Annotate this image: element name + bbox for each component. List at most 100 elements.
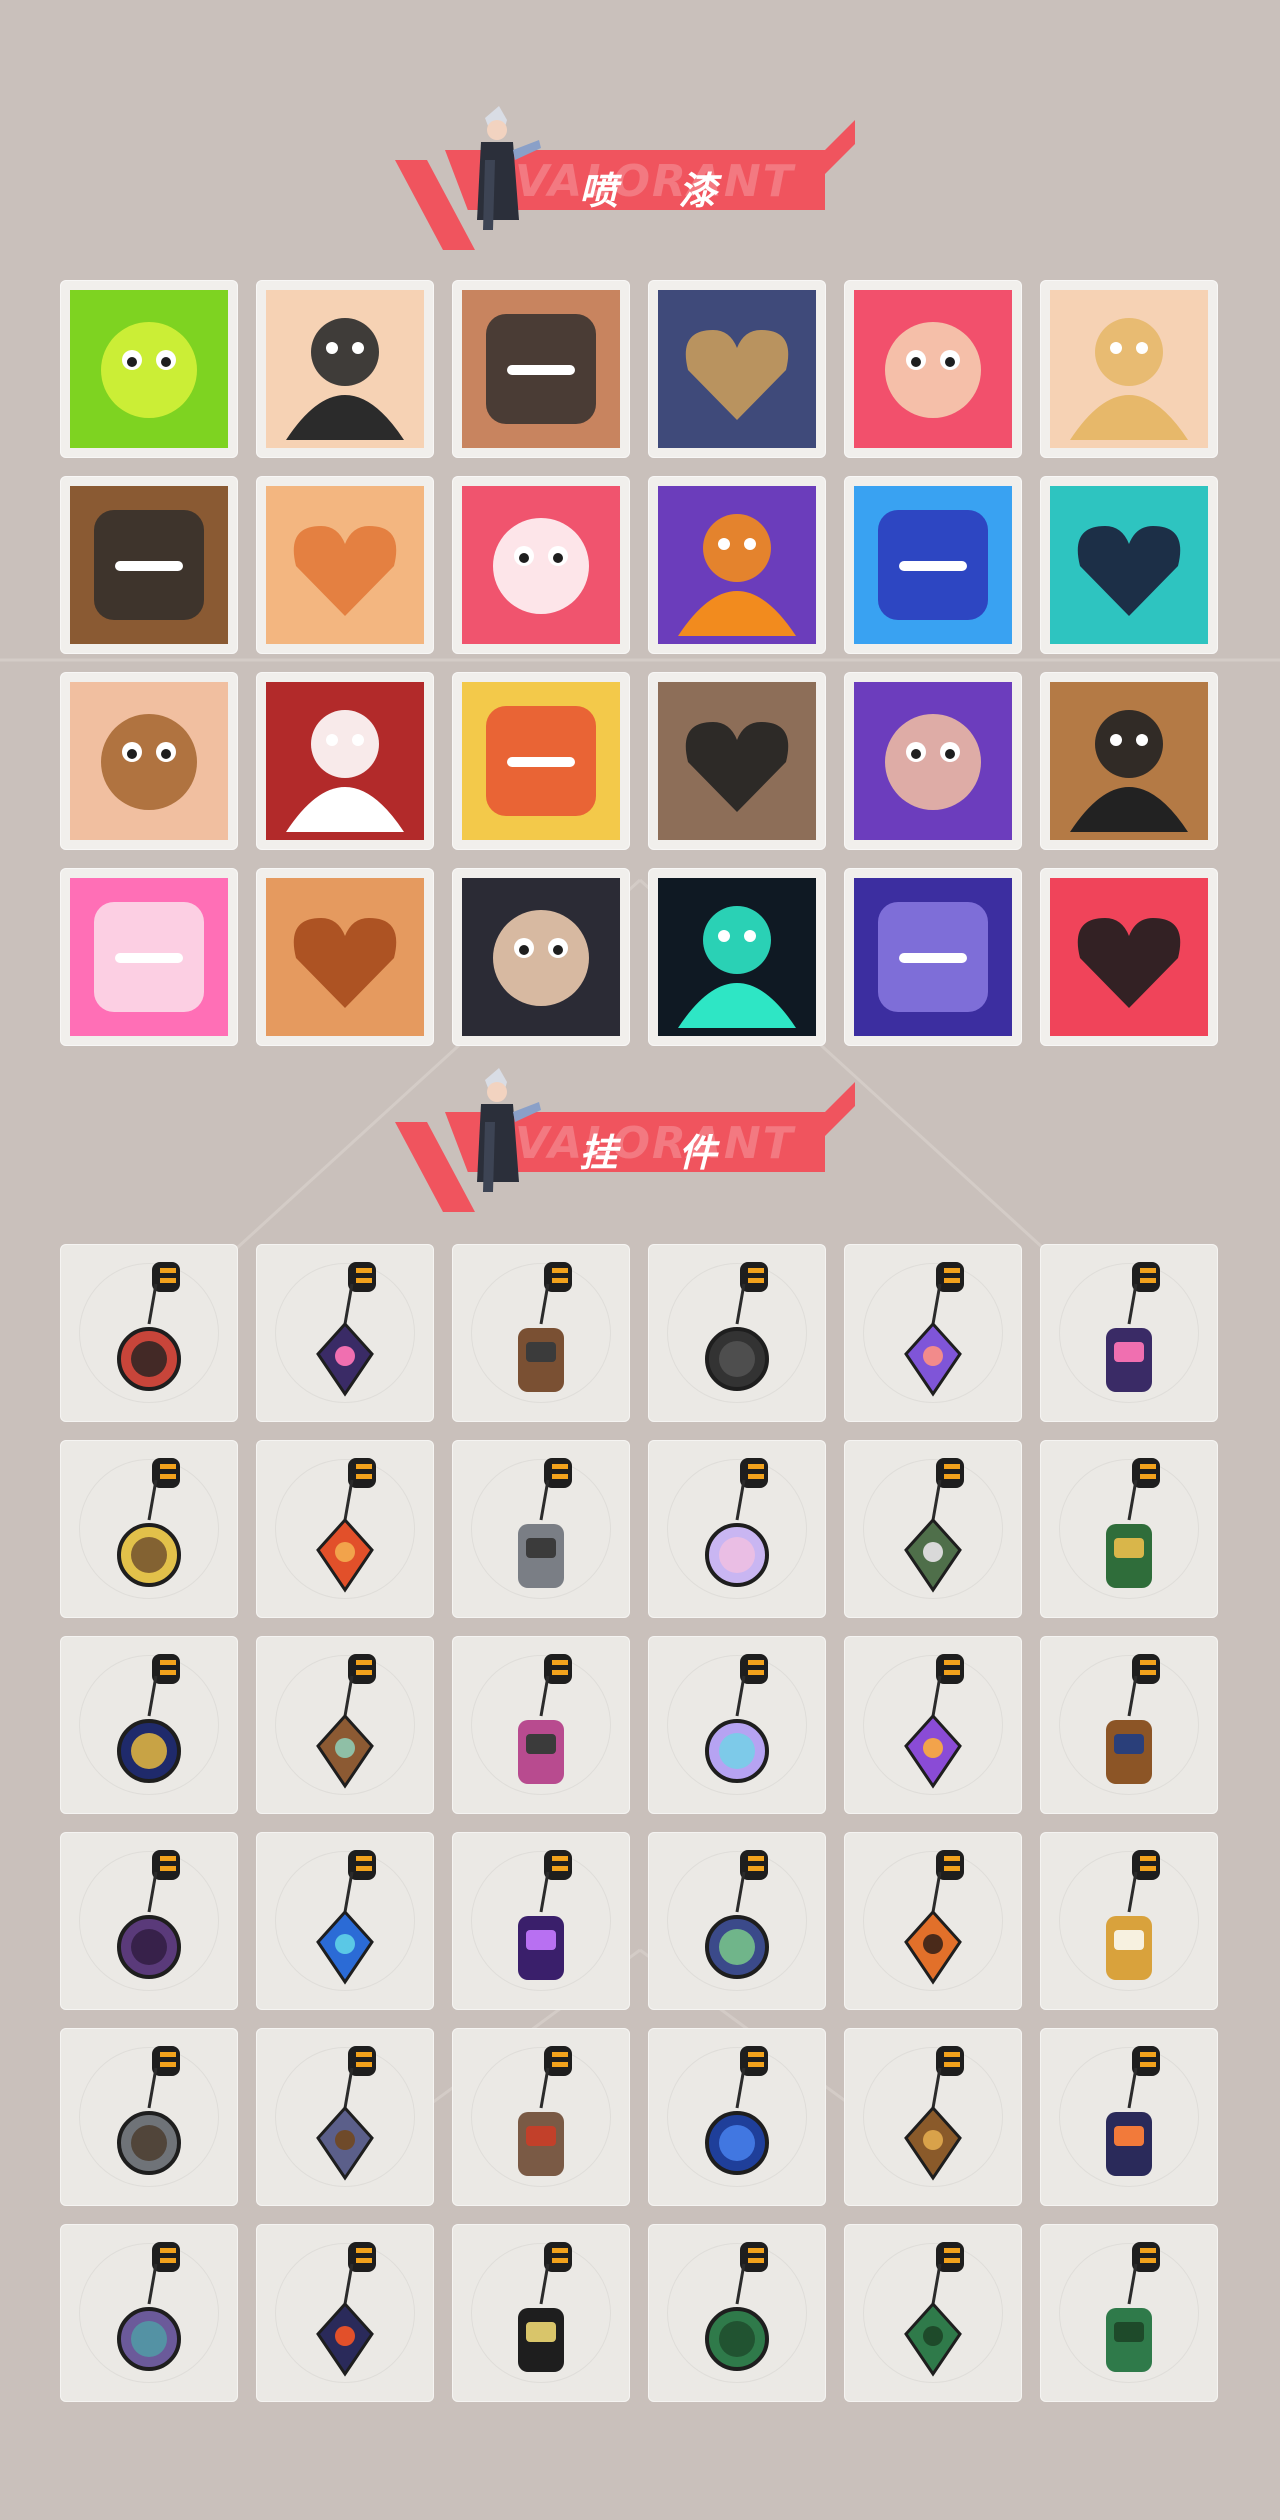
spray-tile[interactable] [844, 476, 1022, 654]
purple-orb-claw-charm-icon [117, 1850, 181, 1979]
charm-tile[interactable] [844, 2028, 1022, 2206]
green-ep-pendant-charm-icon [904, 2242, 964, 2377]
charm-tile[interactable] [452, 1832, 630, 2010]
spray-tile[interactable] [1040, 280, 1218, 458]
spray-tile[interactable] [452, 672, 630, 850]
ep9-medallion-charm-icon [1106, 1262, 1160, 1392]
charm-tile[interactable] [1040, 1440, 1218, 1618]
sprays-section-header: VALORANT 喷 漆 [395, 100, 865, 250]
spray-tile[interactable] [648, 672, 826, 850]
pretzel-charm-icon [1106, 1654, 1160, 1784]
spray-tile[interactable] [1040, 868, 1218, 1046]
spray-tile[interactable] [452, 868, 630, 1046]
spray-tile[interactable] [256, 476, 434, 654]
charm-tile[interactable] [844, 1832, 1022, 2010]
charm-tile[interactable] [60, 1636, 238, 1814]
lion-dance-spray-icon [462, 682, 620, 840]
glasses-guy-shocked-spray-icon [266, 290, 424, 448]
ep9-medallion-charm-icon [316, 1262, 376, 1397]
charm-tile[interactable] [1040, 2224, 1218, 2402]
snail-creature-spray-icon [658, 486, 816, 644]
spray-tile[interactable] [1040, 476, 1218, 654]
charm-tile[interactable] [1040, 1832, 1218, 2010]
bottle-charm-icon [316, 1654, 376, 1789]
spray-tile[interactable] [60, 672, 238, 850]
spray-tile[interactable] [648, 476, 826, 654]
charm-tile[interactable] [60, 2028, 238, 2206]
charm-tile[interactable] [452, 2028, 630, 2206]
charm-tile[interactable] [1040, 1244, 1218, 1422]
charm-tile[interactable] [1040, 1636, 1218, 1814]
spray-tile[interactable] [60, 280, 238, 458]
frying-pan-egg-charm-icon [1106, 1850, 1160, 1980]
red-valorant-circle-spray-icon [1050, 878, 1208, 1036]
charm-tile[interactable] [60, 1440, 238, 1618]
leather-holster-charm-icon [518, 1262, 572, 1392]
valorant-black-pendant-charm-icon [518, 2242, 572, 2372]
charm-tile[interactable] [60, 1832, 238, 2010]
charm-tile[interactable] [648, 2028, 826, 2206]
charm-tile[interactable] [648, 1244, 826, 1422]
bearded-man-glance-spray-icon [70, 682, 228, 840]
spray-tile[interactable] [60, 868, 238, 1046]
charm-tile[interactable] [256, 1440, 434, 1618]
spray-tile[interactable] [60, 476, 238, 654]
charm-tile[interactable] [648, 1636, 826, 1814]
spray-tile[interactable] [452, 280, 630, 458]
red-x-button-spray-icon [266, 682, 424, 840]
spray-tile[interactable] [256, 280, 434, 458]
sprays-grid [60, 280, 1220, 1046]
charm-tile[interactable] [452, 2224, 630, 2402]
pixel-heart-spray-icon [462, 486, 620, 644]
grey-piggy-charm-icon [117, 2046, 181, 2175]
charm-tile[interactable] [648, 2224, 826, 2402]
green-ep-pendant-charm-icon [705, 2242, 769, 2371]
spray-tile[interactable] [844, 280, 1022, 458]
charm-tile[interactable] [256, 1636, 434, 1814]
spray-tile[interactable] [648, 868, 826, 1046]
striped-banner-spray-icon [1050, 486, 1208, 644]
spray-tile[interactable] [256, 868, 434, 1046]
charm-tile[interactable] [256, 1244, 434, 1422]
charm-tile[interactable] [256, 1832, 434, 2010]
charm-tile[interactable] [1040, 2028, 1218, 2206]
hooded-chibi-spray-icon [462, 878, 620, 1036]
black-dragon-charm-icon [705, 1262, 769, 1391]
charm-tile[interactable] [60, 1244, 238, 1422]
rope-keychain-charm-icon [117, 1262, 181, 1391]
charm-tile[interactable] [844, 1440, 1022, 1618]
charm-tile[interactable] [452, 1440, 630, 1618]
charm-tile[interactable] [452, 1636, 630, 1814]
robot-figure-charm-icon [518, 1458, 572, 1588]
pixel-sunglasses-cat-spray-icon [658, 682, 816, 840]
charm-tile[interactable] [256, 2028, 434, 2206]
jellyfish-charm-icon [705, 1654, 769, 1783]
charm-tile[interactable] [844, 1244, 1022, 1422]
charm-tile[interactable] [844, 2224, 1022, 2402]
charm-tile[interactable] [452, 1244, 630, 1422]
charm-tile[interactable] [648, 1832, 826, 2010]
orange-tiger-charm-icon [904, 1850, 964, 1985]
sleepy-face-spray-icon [1050, 290, 1208, 448]
charm-tile[interactable] [256, 2224, 434, 2402]
spray-tile[interactable] [452, 476, 630, 654]
spray-tile[interactable] [648, 280, 826, 458]
blue-manta-charm-icon [316, 1850, 376, 1985]
ep7-medallion-charm-icon [117, 1654, 181, 1783]
charm-tile[interactable] [844, 1636, 1022, 1814]
spray-tile[interactable] [844, 868, 1022, 1046]
spray-tile[interactable] [1040, 672, 1218, 850]
lava-lamp-charm-icon [904, 1262, 964, 1397]
green-ep-pendant-charm-icon [1106, 2242, 1160, 2372]
spray-tile[interactable] [844, 672, 1022, 850]
charm-tile[interactable] [60, 2224, 238, 2402]
laughing-bearded-man-spray-icon [266, 878, 424, 1036]
green-can-charm-icon [1106, 1458, 1160, 1588]
blue-dolphin-spray-icon [854, 486, 1012, 644]
red-skewer-charm-icon [316, 1458, 376, 1593]
spray-tile[interactable] [256, 672, 434, 850]
valorant-splat-logo-spray-icon [658, 878, 816, 1036]
heart-hands-spray-icon [854, 290, 1012, 448]
green-goo-spray-icon [70, 290, 228, 448]
charm-tile[interactable] [648, 1440, 826, 1618]
